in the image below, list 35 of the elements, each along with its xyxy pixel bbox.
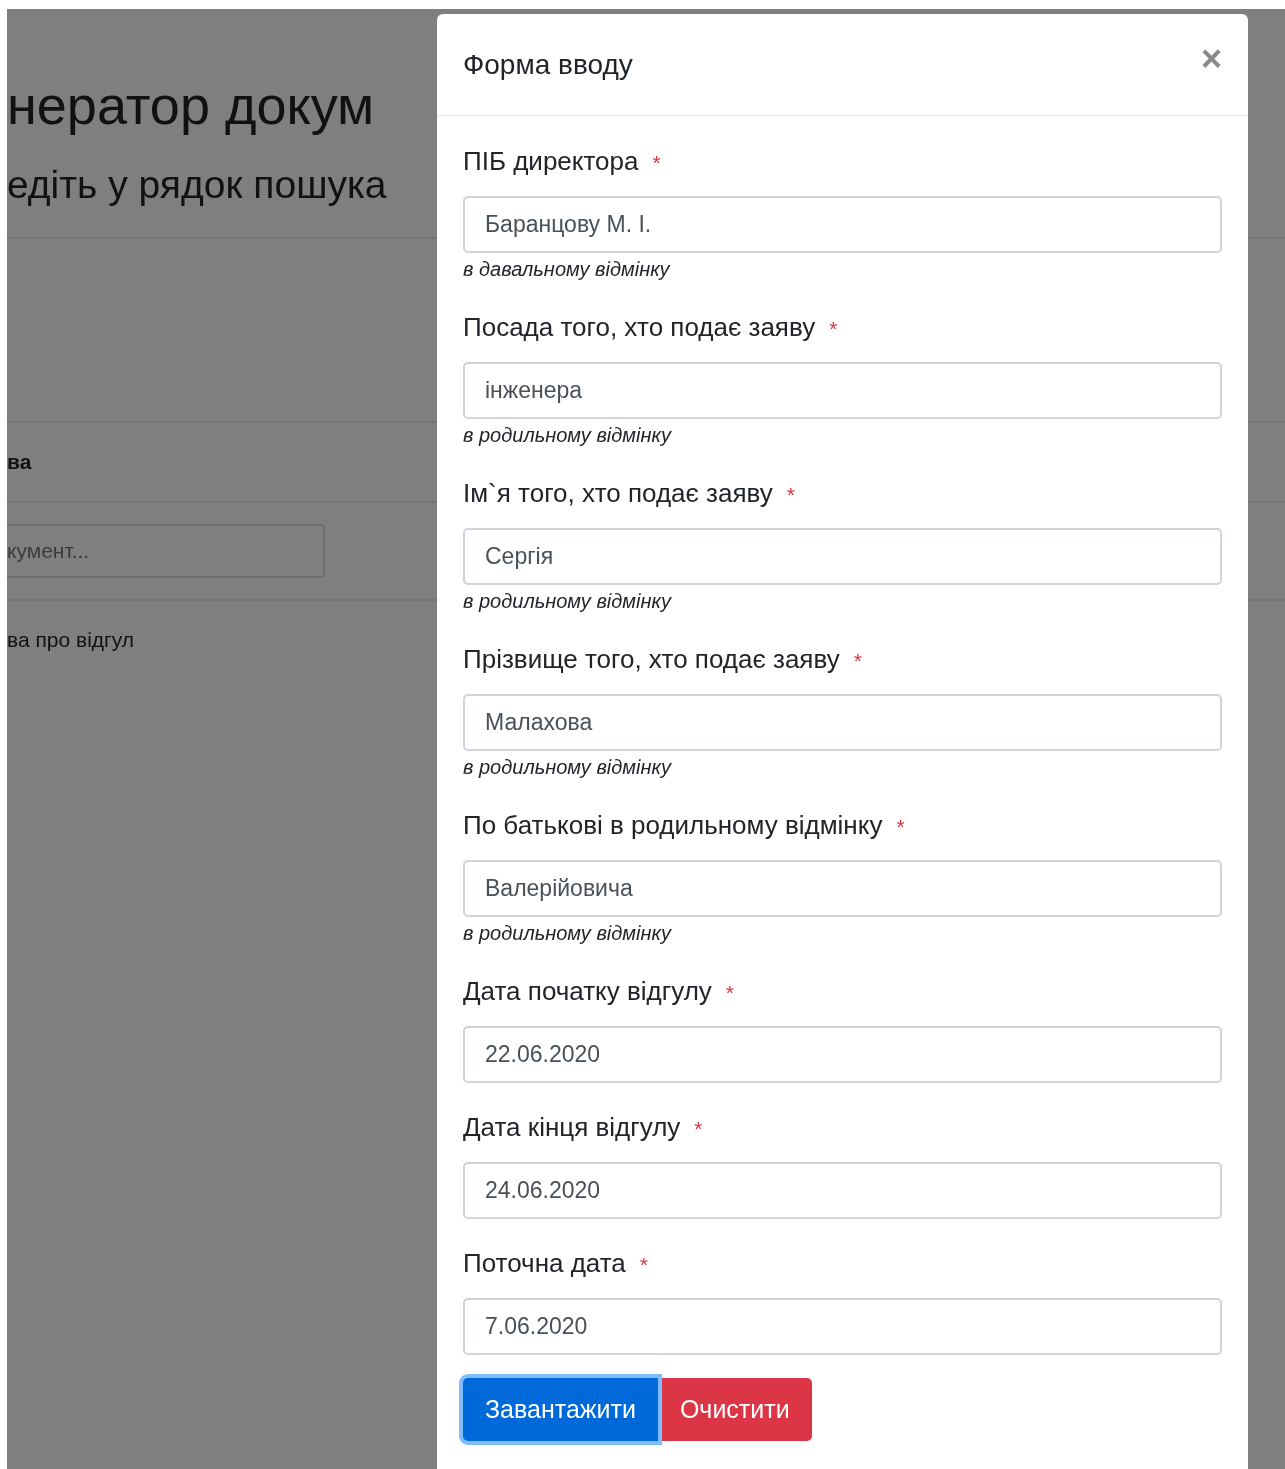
modal-title: Форма вводу	[463, 48, 633, 81]
field-label: ПІБ директора	[463, 145, 639, 177]
field-hint: в родильному відмінку	[463, 922, 673, 944]
page-title: нератор докум	[7, 74, 375, 137]
input-field[interactable]: 7.06.2020	[463, 1298, 1222, 1355]
field-label: Дата кінця відгулу	[463, 1111, 681, 1143]
required-mark: *	[853, 648, 862, 674]
input-field[interactable]: Сергія	[463, 528, 1222, 585]
required-mark: *	[694, 1116, 703, 1142]
field-hint: в родильному відмінку	[463, 590, 673, 612]
required-mark: *	[896, 814, 905, 840]
required-mark: *	[829, 316, 838, 342]
search-field[interactable]: кумент...	[7, 524, 325, 578]
input-field[interactable]: 22.06.2020	[463, 1026, 1222, 1083]
field-label: Поточна дата	[463, 1247, 626, 1279]
input-field[interactable]: Баранцову М. І.	[463, 196, 1222, 253]
table-heading: ва	[7, 450, 32, 474]
required-mark: *	[725, 980, 735, 1006]
field-label: Прізвище того, хто подає заяву	[463, 643, 840, 675]
field-hint: в родильному відмінку	[463, 424, 673, 446]
field-hint: в давальному відмінку	[463, 258, 672, 280]
required-mark: *	[639, 1252, 648, 1278]
input-field[interactable]: Валерійовича	[463, 860, 1222, 917]
field-label: Посада того, хто подає заяву	[463, 311, 816, 343]
required-mark: *	[786, 482, 795, 508]
input-field[interactable]: Малахова	[463, 694, 1222, 751]
page-subtitle: едіть у рядок пошука	[7, 162, 387, 208]
document-link[interactable]: ва про відгул	[7, 628, 135, 652]
input-field[interactable]: інженера	[463, 362, 1222, 419]
field-label: Ім`я того, хто подає заяву	[463, 477, 773, 509]
field-label: Дата початку відгулу	[463, 975, 712, 1007]
field-label: По батькові в родильному відмінку	[463, 809, 883, 841]
field-hint: в родильному відмінку	[463, 756, 673, 778]
required-mark: *	[652, 150, 661, 176]
input-field[interactable]: 24.06.2020	[463, 1162, 1222, 1219]
